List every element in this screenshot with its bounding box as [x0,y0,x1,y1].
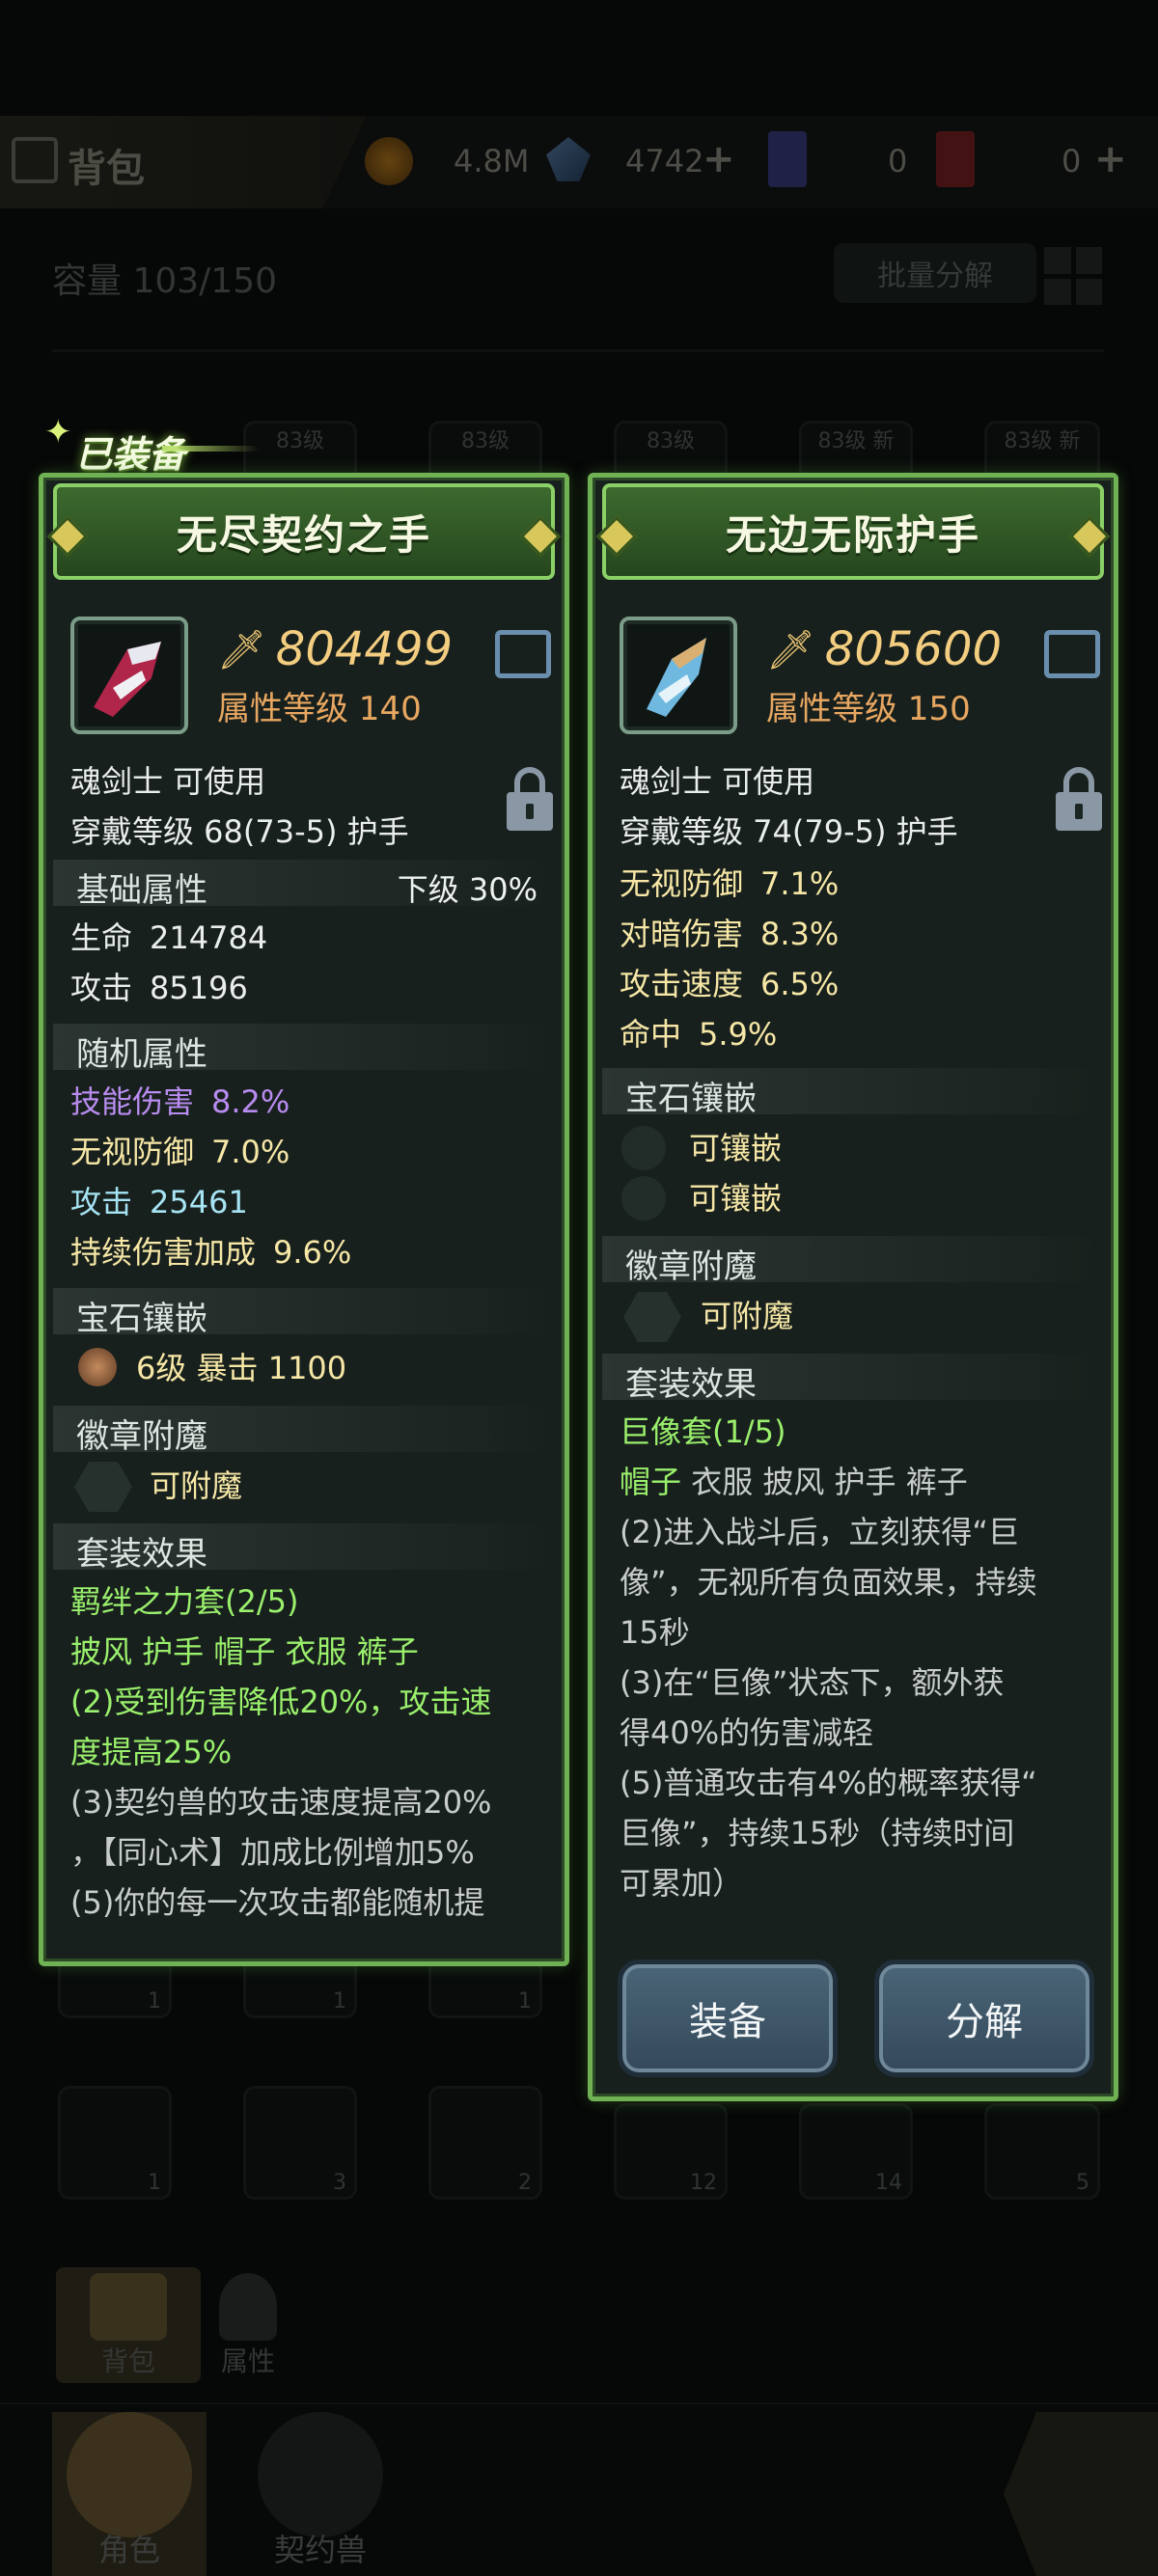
equipped-item-panel: 无尽契约之手 🗡 804499 属性等级 140 魂剑士 可使用 穿戴等级 68… [39,473,569,1966]
section-gem: 宝石镶嵌 [53,1288,555,1338]
section-base-stats: 基础属性 下级 30% [53,860,555,910]
set-effect: ，【同心术】加成比例增加5% [70,1834,475,1871]
stat-line: 无视防御 7.1% [620,865,840,902]
selected-item-panel: 无边无际护手 🗡 805600 属性等级 150 魂剑士 可使用 穿戴等级 74… [588,473,1118,2101]
set-effect: (3)在“巨像”状态下，额外获 [620,1664,1005,1701]
set-name: 羁绊之力套(2/5) [70,1583,299,1620]
badge-line: 可附魔 [701,1298,794,1334]
gem-socket-icon [621,1176,666,1220]
stat-line: 对暗伤害 8.3% [620,916,840,952]
stat-line: 攻击 25461 [70,1184,248,1220]
base-grade: 下级 30% [397,871,538,908]
set-effect: (5)你的每一次攻击都能随机提 [70,1884,485,1921]
banner-diamond-icon [46,515,89,558]
section-gem: 宝石镶嵌 [602,1068,1104,1118]
power-value: 805600 [824,622,1003,676]
badge-slot-icon [74,1462,132,1512]
sword-icon: 🗡 [217,627,266,672]
section-badge: 徽章附魔 [602,1236,1104,1286]
badge-line: 可附魔 [150,1467,243,1504]
set-parts: 披风 护手 帽子 衣服 裤子 [70,1633,419,1670]
set-effect: 度提高25% [70,1734,233,1770]
share-icon[interactable] [1044,630,1100,678]
power-value: 804499 [275,622,454,676]
stat-line: 技能伤害 8.2% [70,1083,290,1120]
set-effect: 15秒 [620,1614,690,1651]
banner-diamond-icon [1068,515,1111,558]
equipped-tag: ✦ 已装备 [27,413,259,476]
badge-slot-icon [623,1292,681,1342]
stat-line: 攻击速度 6.5% [620,966,840,1002]
wear-level: 穿戴等级 74(79-5) 护手 [620,813,958,850]
set-effect: 可累加） [620,1865,744,1902]
section-set: 套装效果 [602,1354,1104,1404]
gauntlet-icon [70,617,188,734]
stat-line: 命中 5.9% [620,1016,778,1053]
gem-icon [78,1348,117,1386]
set-effect: 巨像”，持续15秒（持续时间 [620,1815,1015,1851]
wear-level: 穿戴等级 68(73-5) 护手 [70,813,409,850]
section-set: 套装效果 [53,1523,555,1574]
stat-line: 生命 214784 [70,919,268,956]
class-requirement: 魂剑士 可使用 [620,763,815,800]
set-effect: (3)契约兽的攻击速度提高20% [70,1784,492,1821]
item-name: 无边无际护手 [725,510,980,559]
class-requirement: 魂剑士 可使用 [70,763,266,800]
stat-line: 持续伤害加成 9.6% [70,1234,352,1271]
sword-icon: 🗡 [766,627,815,672]
gem-line: 6级 暴击 1100 [136,1350,347,1386]
lock-icon[interactable] [1056,767,1102,831]
set-parts: 帽子 衣服 披风 护手 裤子 [620,1464,968,1500]
set-effect: 得40%的伤害减轻 [620,1714,874,1751]
gem-slot-label: 可镶嵌 [689,1130,783,1166]
gauntlet-icon [620,617,737,734]
attribute-level: 属性等级 150 [766,690,971,728]
item-title-banner: 无边无际护手 [595,483,1111,580]
share-icon[interactable] [495,630,551,678]
banner-diamond-icon [595,515,638,558]
item-title-banner: 无尽契约之手 [46,483,562,580]
gem-socket-icon [621,1126,666,1170]
section-random-stats: 随机属性 [53,1024,555,1074]
attribute-level: 属性等级 140 [217,690,422,728]
set-effect: 像”，无视所有负面效果，持续 [620,1564,1037,1601]
tag-ray [162,446,259,452]
gem-slot-label: 可镶嵌 [689,1180,783,1217]
set-effect: (2)进入战斗后，立刻获得“巨 [620,1514,1019,1550]
item-name: 无尽契约之手 [176,510,431,559]
banner-diamond-icon [519,515,562,558]
set-effect: (5)普通攻击有4%的概率获得“ [620,1765,1037,1801]
section-badge: 徽章附魔 [53,1406,555,1456]
set-effect: (2)受到伤害降低20%，攻击速 [70,1684,492,1720]
combat-power: 🗡 805600 [766,622,1002,676]
decompose-button[interactable]: 分解 [874,1959,1094,2077]
stat-line: 攻击 85196 [70,970,248,1006]
sparkle-icon: ✦ [44,413,72,452]
equip-button[interactable]: 装备 [618,1959,838,2077]
stat-line: 无视防御 7.0% [70,1134,290,1170]
combat-power: 🗡 804499 [217,622,453,676]
lock-icon[interactable] [507,767,553,831]
set-name: 巨像套(1/5) [620,1413,786,1450]
